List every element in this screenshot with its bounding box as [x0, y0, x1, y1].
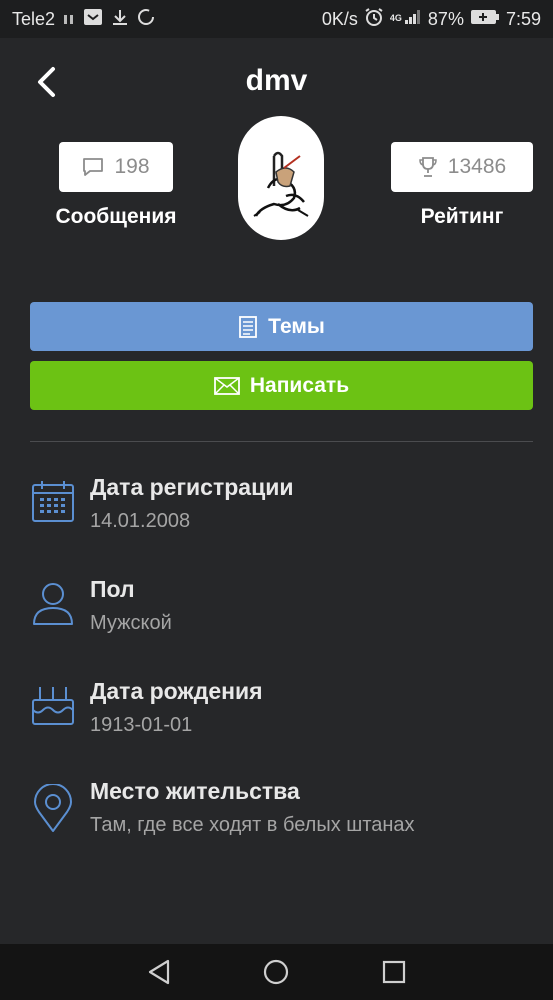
nav-home-button[interactable]	[251, 947, 301, 997]
section-divider	[30, 441, 533, 442]
avatar-drawing-icon	[253, 151, 309, 217]
clock-time: 7:59	[505, 8, 541, 29]
write-button-label: Написать	[249, 373, 350, 397]
info-label: Пол	[90, 576, 135, 602]
signal-bars-icon	[63, 9, 75, 30]
info-row-gender: Пол Мужской	[30, 576, 533, 646]
back-button[interactable]	[28, 62, 64, 102]
message-notification-icon	[83, 8, 103, 31]
speech-bubble-icon	[83, 158, 104, 176]
profile-username: dmv	[245, 64, 308, 97]
sync-icon	[137, 8, 155, 31]
network-type: 4G	[389, 12, 402, 23]
battery-percent: 87%	[427, 8, 464, 29]
messages-count: 198	[114, 155, 150, 178]
envelope-icon	[213, 376, 240, 395]
rating-count: 13486	[447, 155, 507, 178]
carrier-name: Tele2	[12, 8, 56, 29]
nav-recents-button[interactable]	[369, 947, 419, 997]
profile-screen: dmv 198 Сообщения 13486 Рейтинг Темы Нап…	[0, 38, 553, 944]
location-pin-icon	[30, 784, 76, 832]
topics-button-label: Темы	[268, 314, 325, 338]
info-value: Там, где все ходят в белых штанах	[90, 814, 415, 836]
net-speed: 0K/s	[321, 8, 358, 29]
person-icon	[30, 580, 76, 626]
info-label: Дата регистрации	[90, 474, 294, 500]
info-value: Мужской	[90, 612, 172, 634]
info-row-registration-date: Дата регистрации 14.01.2008	[30, 474, 533, 544]
info-label: Дата рождения	[90, 678, 263, 704]
cell-signal-icon	[404, 9, 422, 30]
topics-button[interactable]: Темы	[30, 302, 533, 351]
download-icon	[111, 8, 129, 31]
info-value: 14.01.2008	[90, 510, 191, 532]
messages-label: Сообщения	[55, 205, 177, 228]
alarm-icon	[364, 7, 384, 32]
trophy-icon	[419, 157, 437, 177]
calendar-icon	[30, 478, 76, 524]
circle-home-icon	[264, 959, 289, 985]
info-value: 1913-01-01	[90, 714, 193, 736]
square-recents-icon	[383, 960, 406, 984]
chevron-left-icon	[38, 67, 55, 97]
battery-charging-icon	[470, 9, 500, 30]
triangle-back-icon	[148, 959, 169, 985]
document-icon	[239, 315, 258, 338]
rating-count-box[interactable]: 13486	[391, 142, 533, 192]
info-label: Место жительства	[90, 778, 300, 804]
messages-count-box[interactable]: 198	[59, 142, 173, 192]
info-row-residence: Место жительства Там, где все ходят в бе…	[30, 778, 533, 848]
system-navigation-bar	[0, 944, 553, 1000]
rating-label: Рейтинг	[420, 205, 504, 228]
info-row-birth-date: Дата рождения 1913-01-01	[30, 678, 533, 748]
cake-icon	[30, 682, 76, 728]
nav-back-button[interactable]	[134, 947, 184, 997]
write-message-button[interactable]: Написать	[30, 361, 533, 410]
avatar	[238, 116, 324, 240]
status-bar: Tele2 0K/s 4G 87% 7:59	[0, 0, 553, 38]
